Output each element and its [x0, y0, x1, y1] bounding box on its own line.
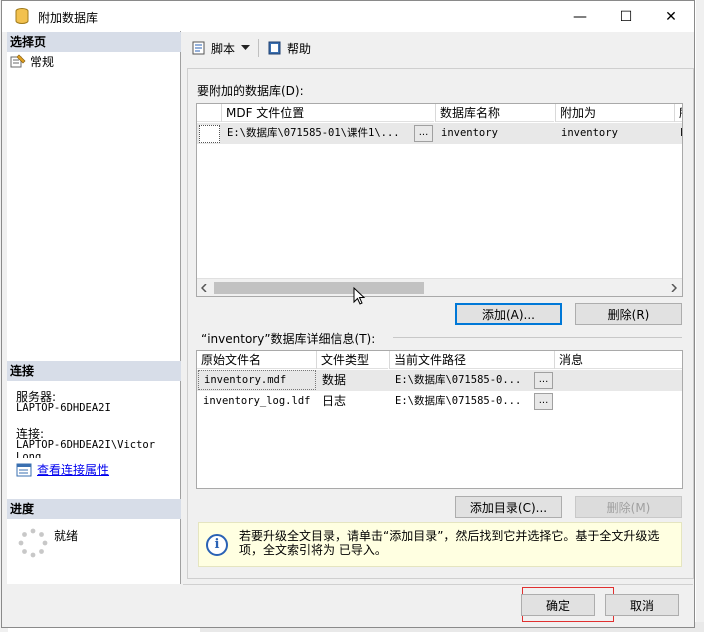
scroll-left-arrow-icon[interactable]: [201, 284, 207, 292]
browse-mdf-button[interactable]: ...: [414, 125, 433, 142]
original-file-name-cell[interactable]: inventory_log.ldf: [198, 391, 316, 412]
column-header-file-type[interactable]: 文件类型: [317, 351, 388, 369]
scroll-right-arrow-icon[interactable]: [671, 284, 677, 292]
connection-header: 连接: [7, 361, 181, 381]
attach-as-cell[interactable]: inventory: [556, 123, 674, 144]
view-connection-properties-label: 查看连接属性: [37, 463, 110, 477]
minimize-button[interactable]: —: [557, 1, 603, 32]
help-button[interactable]: 帮助: [267, 40, 311, 57]
select-page-header: 选择页: [7, 32, 181, 52]
database-details-label: “inventory”数据库详细信息(T):: [201, 332, 376, 346]
database-name-cell[interactable]: inventory: [436, 123, 554, 144]
databases-to-attach-label: 要附加的数据库(D):: [197, 84, 304, 98]
table-row[interactable]: E:\数据库\071585-01\课件1\... ... inventory i…: [197, 123, 682, 144]
database-icon: [15, 8, 29, 24]
script-icon: [192, 41, 205, 55]
column-header-message[interactable]: 消息: [555, 351, 682, 369]
current-file-path-cell[interactable]: E:\数据库\071585-0...: [390, 391, 532, 412]
connection-value: LAPTOP-6DHDEA2I\Victor: [16, 439, 156, 451]
status-text: 就绪: [54, 529, 79, 543]
footer-divider: [183, 584, 693, 585]
maximize-button[interactable]: ☐: [603, 1, 649, 32]
scrollbar-thumb[interactable]: [214, 282, 424, 294]
cancel-button[interactable]: 取消: [605, 594, 679, 616]
details-divider: [393, 337, 682, 338]
close-icon: ✕: [665, 8, 677, 25]
upgrade-info-banner: i 若要升级全文目录，请单击“添加目录”，然后找到它并选择它。基于全文升级选项，…: [198, 522, 682, 567]
background-window-strip-right: [696, 0, 704, 632]
database-details-grid: 原始文件名 文件类型 当前文件路径 消息 inventory.mdf 数据 E:…: [196, 350, 683, 489]
column-header-database-name[interactable]: 数据库名称: [436, 104, 554, 122]
title-bar[interactable]: 附加数据库 — ☐ ✕: [2, 1, 694, 32]
help-label: 帮助: [287, 41, 312, 56]
row-header-column: [197, 104, 221, 122]
toolbar: 脚本 帮助: [183, 33, 693, 63]
chevron-down-icon: [241, 45, 251, 50]
original-file-name-cell[interactable]: inventory.mdf: [198, 370, 316, 390]
properties-icon: [16, 463, 32, 476]
toolbar-separator: [258, 39, 260, 57]
browse-file-path-button[interactable]: ...: [534, 393, 553, 410]
nav-item-general[interactable]: 常规: [10, 52, 54, 70]
file-type-cell[interactable]: 日志: [317, 391, 388, 412]
maximize-icon: ☐: [619, 8, 633, 25]
column-header-mdf-location[interactable]: MDF 文件位置: [222, 104, 434, 122]
script-label: 脚本: [211, 41, 236, 56]
connection-value-continued: Long: [16, 451, 42, 458]
owner-cell[interactable]: L: [675, 123, 682, 144]
left-pane: 选择页 常规 连接 服务器: LAPTOP-6DHDEA2I 连接: LAPTO…: [7, 31, 181, 584]
script-button[interactable]: 脚本: [191, 40, 235, 57]
close-button[interactable]: ✕: [648, 1, 694, 32]
ok-button[interactable]: 确定: [521, 594, 595, 616]
column-header-original-file-name[interactable]: 原始文件名: [197, 351, 316, 369]
view-connection-properties-link[interactable]: 查看连接属性: [16, 461, 109, 478]
add-database-button[interactable]: 添加(A)...: [455, 303, 562, 325]
horizontal-scrollbar[interactable]: [197, 278, 682, 296]
window-title: 附加数据库: [38, 11, 99, 25]
current-file-path-cell[interactable]: E:\数据库\071585-0...: [390, 370, 532, 391]
databases-to-attach-grid: MDF 文件位置 数据库名称 附加为 所 E:\数据库\071585-01\课件…: [196, 103, 683, 297]
remove-file-button[interactable]: 删除(M): [575, 496, 682, 518]
server-value: LAPTOP-6DHDEA2I: [16, 402, 111, 414]
mdf-location-cell[interactable]: E:\数据库\071585-01\课件1\...: [222, 123, 412, 144]
add-catalog-button[interactable]: 添加目录(C)...: [455, 496, 562, 518]
help-book-icon: [268, 41, 281, 55]
column-header-owner[interactable]: 所: [675, 104, 682, 122]
script-dropdown-button[interactable]: [241, 45, 251, 51]
browse-file-path-button[interactable]: ...: [534, 372, 553, 389]
progress-header: 进度: [7, 499, 181, 519]
progress-spinner-icon: [18, 528, 48, 558]
table-row[interactable]: inventory_log.ldf 日志 E:\数据库\071585-0... …: [197, 391, 682, 412]
column-header-attach-as[interactable]: 附加为: [556, 104, 674, 122]
nav-item-label: 常规: [30, 54, 55, 69]
column-header-current-file-path[interactable]: 当前文件路径: [390, 351, 554, 369]
mouse-cursor-icon: [353, 287, 366, 305]
info-icon: i: [206, 534, 228, 556]
file-type-cell[interactable]: 数据: [317, 370, 388, 391]
minimize-icon: —: [573, 8, 587, 25]
remove-database-button[interactable]: 删除(R): [575, 303, 682, 325]
upgrade-info-text: 若要升级全文目录，请单击“添加目录”，然后找到它并选择它。基于全文升级选项，全文…: [239, 529, 660, 557]
table-row[interactable]: inventory.mdf 数据 E:\数据库\071585-0... ...: [197, 370, 682, 391]
general-page-icon: [10, 54, 26, 68]
row-selector[interactable]: [199, 125, 220, 143]
